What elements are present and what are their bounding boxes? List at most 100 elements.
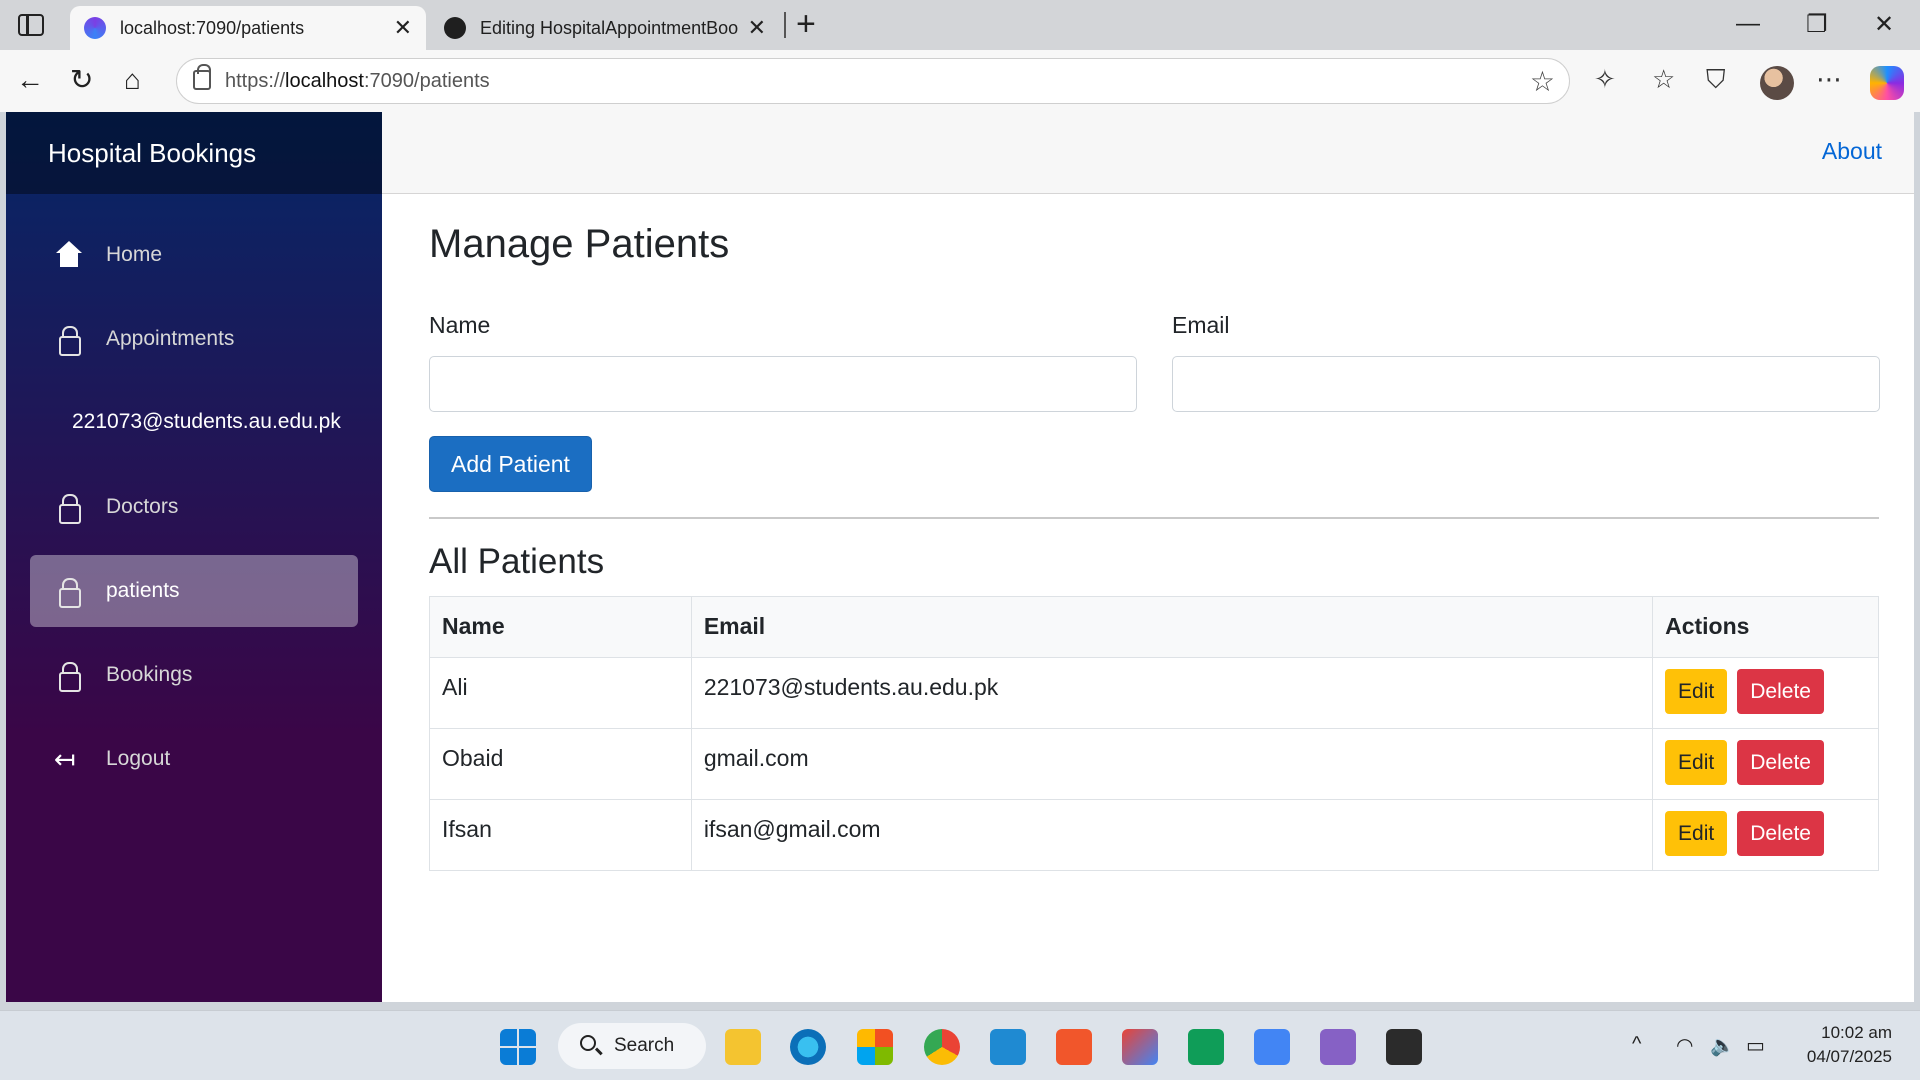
name-label: Name: [429, 312, 491, 338]
volume-icon[interactable]: 🔈: [1710, 1033, 1735, 1058]
gmail-icon[interactable]: [1122, 1029, 1158, 1065]
sidebar-item-patients[interactable]: patients: [30, 555, 358, 627]
back-icon[interactable]: ←: [16, 62, 44, 98]
tab-divider: [784, 12, 786, 38]
tab-title: localhost:7090/patients: [120, 17, 305, 38]
tab-github-editing[interactable]: Editing HospitalAppointmentBool ✕: [430, 6, 780, 50]
browser-essentials-shield-icon[interactable]: ⛉: [1706, 64, 1726, 94]
sidebar-item-home[interactable]: Home: [30, 219, 358, 291]
row-actions: Edit Delete: [1652, 799, 1879, 871]
github-favicon-icon: [444, 17, 466, 39]
visual-studio-icon[interactable]: [1320, 1029, 1356, 1065]
address-bar[interactable]: https://localhost:7090/patients ☆: [176, 58, 1570, 104]
taskbar-clock[interactable]: 10:02 am 04/07/2025: [1792, 1021, 1892, 1069]
url-path: :7090/patients: [363, 69, 490, 92]
extensions-icon[interactable]: ✧: [1594, 64, 1616, 94]
edit-button[interactable]: Edit: [1665, 811, 1728, 856]
home-icon[interactable]: ⌂: [124, 62, 141, 98]
lock-icon: [54, 576, 84, 608]
minimize-icon[interactable]: —: [1736, 10, 1760, 38]
site-info-lock-icon[interactable]: [193, 64, 211, 90]
sidebar: Hospital Bookings Home Appointments 2210…: [6, 112, 382, 1002]
patients-table: Name Email Actions Ali 221073@students.a…: [429, 596, 1879, 871]
browser-toolbar: ← ↻ ⌂ https://localhost:7090/patients ☆ …: [0, 50, 1920, 112]
close-tab-icon[interactable]: ✕: [394, 15, 412, 41]
divider: [429, 517, 1879, 519]
restore-icon[interactable]: ❐: [1806, 10, 1828, 39]
sidebar-item-label: patients: [106, 579, 180, 602]
brave-browser-icon[interactable]: [1056, 1029, 1092, 1065]
patient-email: 221073@students.au.edu.pk: [690, 657, 1654, 729]
logout-icon: ↤: [54, 744, 76, 774]
sidebar-item-logout[interactable]: ↤ Logout: [30, 723, 358, 795]
column-header-name: Name: [429, 596, 692, 658]
more-menu-icon[interactable]: ⋯: [1816, 64, 1842, 94]
clock-time: 10:02 am: [1821, 1023, 1892, 1042]
favorites-icon[interactable]: ☆: [1652, 64, 1675, 94]
sidebar-item-label: Home: [106, 243, 163, 266]
add-patient-button[interactable]: Add Patient: [429, 436, 592, 492]
sidebar-item-label: Doctors: [106, 495, 179, 518]
profile-avatar[interactable]: [1760, 66, 1794, 100]
taskbar-search[interactable]: Search: [558, 1023, 706, 1069]
name-input[interactable]: [429, 356, 1137, 412]
row-actions: Edit Delete: [1652, 728, 1879, 800]
lock-icon: [54, 660, 84, 692]
file-explorer-icon[interactable]: [725, 1029, 761, 1065]
lock-icon: [54, 492, 84, 524]
sidebar-item-label: Appointments: [106, 327, 235, 350]
page-title: Manage Patients: [429, 222, 730, 266]
sidebar-item-label: Bookings: [106, 663, 193, 686]
column-header-actions: Actions: [1652, 596, 1879, 658]
windows-start-icon[interactable]: [500, 1029, 536, 1065]
new-tab-icon[interactable]: +: [796, 6, 816, 42]
copilot-icon[interactable]: [1870, 66, 1904, 100]
url-host: localhost: [285, 69, 364, 92]
top-row: About: [382, 112, 1914, 194]
user-email: 221073@students.au.edu.pk: [72, 410, 341, 433]
brand-title[interactable]: Hospital Bookings: [6, 112, 382, 194]
delete-button[interactable]: Delete: [1737, 811, 1825, 856]
vscode-icon[interactable]: [990, 1029, 1026, 1065]
sidebar-item-label: Logout: [106, 747, 171, 770]
chrome-icon[interactable]: [924, 1029, 960, 1065]
search-icon: [580, 1035, 596, 1051]
patient-email: gmail.com: [690, 728, 1654, 800]
table-row: Ifsan ifsan@gmail.com Edit Delete: [429, 799, 1879, 871]
show-hidden-icons-chevron-icon[interactable]: ^: [1632, 1033, 1641, 1056]
edit-button[interactable]: Edit: [1665, 740, 1728, 785]
sidebar-item-doctors[interactable]: Doctors: [30, 471, 358, 543]
refresh-icon[interactable]: ↻: [70, 62, 93, 98]
battery-icon[interactable]: ▭: [1746, 1033, 1765, 1058]
google-classroom-icon[interactable]: [1188, 1029, 1224, 1065]
windows-taskbar: Search ^ ◠ 🔈 ▭ 10:02 am 04/07/2025: [0, 1010, 1920, 1080]
edge-browser-icon[interactable]: [790, 1029, 826, 1065]
close-window-icon[interactable]: ✕: [1874, 10, 1894, 39]
edit-button[interactable]: Edit: [1665, 669, 1728, 714]
terminal-icon[interactable]: [1386, 1029, 1422, 1065]
sidebar-item-bookings[interactable]: Bookings: [30, 639, 358, 711]
favorite-star-icon[interactable]: ☆: [1530, 65, 1555, 98]
delete-button[interactable]: Delete: [1737, 669, 1825, 714]
tab-actions-icon[interactable]: [18, 14, 44, 36]
sidebar-item-appointments[interactable]: Appointments: [30, 303, 358, 375]
close-tab-icon[interactable]: ✕: [748, 15, 766, 41]
row-actions: Edit Delete: [1652, 657, 1879, 729]
page-viewport: Hospital Bookings Home Appointments 2210…: [6, 112, 1914, 1002]
blazor-favicon-icon: [84, 17, 106, 39]
table-row: Ali 221073@students.au.edu.pk Edit Delete: [429, 657, 1879, 729]
about-link[interactable]: About: [1822, 138, 1882, 165]
google-docs-icon[interactable]: [1254, 1029, 1290, 1065]
taskbar-search-label: Search: [614, 1035, 675, 1056]
lock-icon: [54, 324, 84, 356]
email-input[interactable]: [1172, 356, 1880, 412]
microsoft-store-icon[interactable]: [857, 1029, 893, 1065]
url-scheme: https://: [225, 69, 286, 92]
wifi-icon[interactable]: ◠: [1676, 1033, 1693, 1058]
table-row: Obaid gmail.com Edit Delete: [429, 728, 1879, 800]
browser-tab-bar: localhost:7090/patients ✕ Editing Hospit…: [0, 0, 1920, 50]
clock-date: 04/07/2025: [1806, 1047, 1892, 1066]
tab-title: Editing HospitalAppointmentBool: [480, 17, 738, 38]
delete-button[interactable]: Delete: [1737, 740, 1825, 785]
tab-patients[interactable]: localhost:7090/patients ✕: [70, 6, 426, 50]
